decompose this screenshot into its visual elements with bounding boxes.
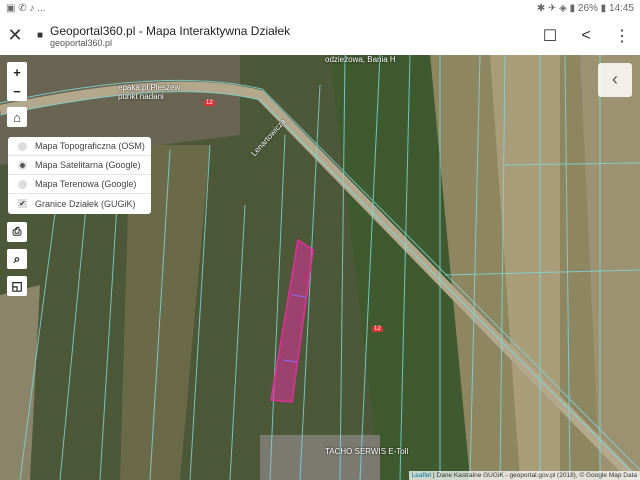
bookmark-icon[interactable]: ☐ — [532, 26, 568, 46]
share-icon[interactable]: < — [568, 27, 604, 45]
layer-osm[interactable]: Mapa Topograficzna (OSM) — [8, 137, 151, 156]
layer-switcher: Mapa Topograficzna (OSM) Mapa Satelitarn… — [8, 137, 151, 214]
attribution: Leaflet | Dane Kastralne GUGiK - geoport… — [408, 471, 640, 480]
layer-label: Mapa Satelitarna (Google) — [35, 160, 141, 170]
status-right: ✱ ✈ ◈ ▮ 26% ▮ 14:45 — [536, 2, 634, 14]
attribution-text: | Dane Kastralne GUGiK - geoportal.gov.p… — [431, 472, 637, 479]
satellite-imagery — [0, 55, 640, 480]
radio-button[interactable] — [18, 141, 27, 151]
home-icon[interactable]: ⌂ — [7, 107, 27, 127]
checkbox[interactable]: ✔ — [18, 199, 27, 208]
layer-label: Granice Działek (GUGiK) — [35, 198, 136, 209]
menu-icon[interactable]: ⋮ — [604, 26, 640, 46]
map-label-top: odzieżowa, Bania H — [325, 55, 396, 64]
layer-terrain[interactable]: Mapa Terenowa (Google) — [8, 175, 151, 194]
measure-icon[interactable]: ◱ — [7, 276, 27, 296]
layer-satellite[interactable]: Mapa Satelitarna (Google) — [8, 156, 151, 175]
browser-toolbar: ✕ ■ Geoportal360.pl - Mapa Interaktywna … — [0, 16, 640, 55]
layer-label: Mapa Terenowa (Google) — [35, 179, 137, 189]
back-panel-button[interactable]: ‹ — [598, 63, 632, 97]
page-url: geoportal360.pl — [50, 37, 113, 48]
search-icon[interactable]: ⌕ — [7, 249, 27, 269]
map-label-tacho: TACHO SERWIS E-Toll — [325, 447, 409, 456]
map-label-epaka: epaka.pl Pleszew punkt nadani — [118, 83, 181, 101]
radio-button[interactable] — [18, 160, 27, 170]
status-left: ▣ ✆ ♪ ... — [6, 2, 46, 14]
layer-label: Mapa Topograficzna (OSM) — [35, 141, 145, 151]
zoom-in-button[interactable]: + — [7, 62, 27, 82]
road-badge: 12 — [372, 326, 383, 332]
leaflet-link[interactable]: Leaflet — [412, 472, 432, 479]
page-title: Geoportal360.pl - Mapa Interaktywna Dzia… — [50, 23, 291, 38]
print-icon[interactable]: ⎙ — [7, 222, 27, 242]
lock-icon: ■ — [36, 30, 44, 41]
status-bar: ▣ ✆ ♪ ... ✱ ✈ ◈ ▮ 26% ▮ 14:45 — [0, 0, 640, 16]
radio-button[interactable] — [18, 179, 27, 189]
zoom-out-button[interactable]: − — [7, 81, 27, 101]
close-icon[interactable]: ✕ — [0, 25, 30, 46]
map-view[interactable]: odzieżowa, Bania H epaka.pl Pleszew punk… — [0, 55, 640, 480]
layer-parcels[interactable]: ✔ Granice Działek (GUGiK) — [8, 194, 151, 213]
page-title-block: Geoportal360.pl - Mapa Interaktywna Dzia… — [50, 24, 532, 48]
road-badge: 12 — [204, 100, 215, 106]
